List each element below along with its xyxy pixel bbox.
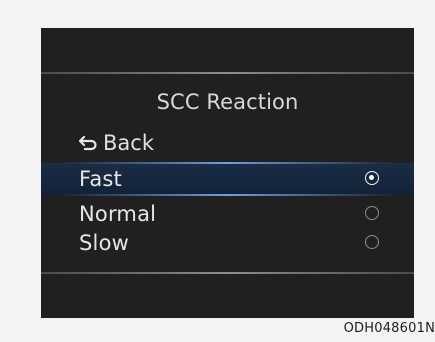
back-button[interactable]: Back — [77, 128, 154, 158]
back-arrow-icon — [77, 134, 99, 152]
radio-selected-icon — [365, 171, 379, 185]
option-normal[interactable]: Normal — [41, 198, 414, 230]
selection-bottom-line — [59, 194, 396, 196]
back-label: Back — [103, 131, 154, 155]
bottom-divider — [41, 272, 414, 274]
option-fast[interactable]: Fast — [41, 162, 414, 196]
top-divider — [41, 72, 414, 74]
image-code: ODH048601N — [343, 321, 435, 336]
option-slow[interactable]: Slow — [41, 227, 414, 259]
option-label: Fast — [79, 167, 122, 191]
option-label: Normal — [79, 202, 157, 226]
screen-title: SCC Reaction — [156, 90, 299, 114]
radio-unselected-icon — [365, 206, 379, 220]
cluster-screen: SCC Reaction Back Fast Normal Slow — [41, 28, 414, 318]
option-label: Slow — [79, 231, 129, 255]
radio-unselected-icon — [365, 235, 379, 249]
